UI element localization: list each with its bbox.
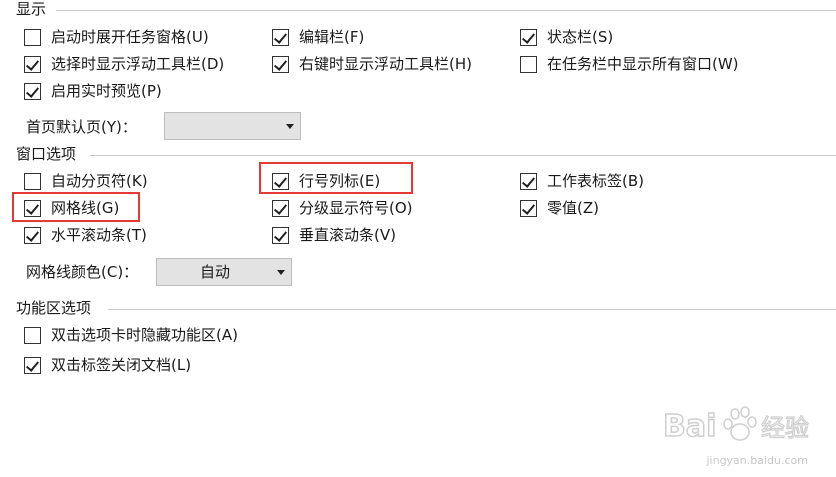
checkbox-box[interactable] [520, 55, 537, 73]
checkbox-status-bar[interactable]: 状态栏(S) [520, 27, 613, 47]
watermark-brand2: 经验 [761, 414, 809, 442]
checkbox-box[interactable] [24, 82, 41, 100]
checkbox-vertical-scroll[interactable]: 垂直滚动条(V) [272, 225, 396, 245]
checkbox-label: 分级显示符号(O) [299, 199, 413, 217]
checkbox-label: 在任务栏中显示所有窗口(W) [547, 55, 739, 73]
checkbox-sheet-tabs[interactable]: 工作表标签(B) [520, 171, 644, 191]
checkbox-label: 工作表标签(B) [547, 172, 644, 190]
checkbox-box[interactable] [24, 356, 41, 374]
checkbox-label: 垂直滚动条(V) [299, 226, 396, 244]
checkbox-outline-symbols[interactable]: 分级显示符号(O) [272, 198, 413, 218]
section-rule-display [56, 10, 836, 11]
checkbox-label: 启动时展开任务窗格(U) [51, 28, 209, 46]
checkbox-box[interactable] [272, 226, 289, 244]
chevron-down-icon [286, 123, 294, 129]
checkbox-box[interactable] [24, 326, 41, 344]
checkbox-startup-taskpane[interactable]: 启动时展开任务窗格(U) [24, 27, 209, 47]
watermark-url: jingyan.baidu.com [706, 454, 808, 467]
section-title-window: 窗口选项 [16, 145, 77, 163]
checkbox-box[interactable] [24, 28, 41, 46]
checkbox-rightclick-floating-toolbar[interactable]: 右键时显示浮动工具栏(H) [272, 54, 472, 74]
checkbox-label: 双击标签关闭文档(L) [51, 356, 192, 374]
checkbox-box[interactable] [520, 199, 537, 217]
watermark-brand: Bai [663, 409, 716, 444]
checkbox-row-col-headers[interactable]: 行号列标(E) [272, 171, 380, 191]
checkbox-gridlines[interactable]: 网格线(G) [24, 198, 119, 218]
checkbox-label: 状态栏(S) [547, 28, 614, 46]
home-page-label: 首页默认页(Y)： [26, 118, 137, 136]
checkbox-label: 行号列标(E) [299, 172, 381, 190]
checkbox-box[interactable] [520, 28, 537, 46]
section-rule-window [90, 155, 836, 156]
checkbox-label: 双击选项卡时隐藏功能区(A) [51, 326, 238, 344]
gridline-color-label: 网格线颜色(C)： [26, 263, 139, 281]
checkbox-label: 自动分页符(K) [51, 172, 148, 190]
chevron-down-icon [277, 269, 285, 275]
checkbox-select-floating-toolbar[interactable]: 选择时显示浮动工具栏(D) [24, 54, 224, 74]
gridline-color-value: 自动 [199, 263, 230, 281]
section-title-display: 显示 [16, 0, 47, 18]
checkbox-close-doc-dblclick[interactable]: 双击标签关闭文档(L) [24, 355, 191, 375]
checkbox-zero-values[interactable]: 零值(Z) [520, 198, 599, 218]
checkbox-horizontal-scroll[interactable]: 水平滚动条(T) [24, 225, 147, 245]
checkbox-box[interactable] [24, 199, 41, 217]
checkbox-box[interactable] [24, 172, 41, 190]
checkbox-label: 零值(Z) [547, 199, 599, 217]
checkbox-box[interactable] [272, 55, 289, 73]
checkbox-label: 编辑栏(F) [299, 28, 365, 46]
gridline-color-dropdown[interactable]: 自动 [156, 258, 292, 286]
checkbox-live-preview[interactable]: 启用实时预览(P) [24, 81, 162, 101]
section-rule-ribbon [108, 309, 836, 310]
section-title-ribbon: 功能区选项 [16, 299, 92, 317]
checkbox-label: 选择时显示浮动工具栏(D) [51, 55, 225, 73]
checkbox-label: 右键时显示浮动工具栏(H) [299, 55, 472, 73]
checkbox-formula-bar[interactable]: 编辑栏(F) [272, 27, 364, 47]
checkbox-box[interactable] [272, 172, 289, 190]
checkbox-box[interactable] [272, 199, 289, 217]
checkbox-label: 启用实时预览(P) [51, 82, 162, 100]
checkbox-box[interactable] [272, 28, 289, 46]
checkbox-label: 网格线(G) [51, 199, 120, 217]
baidu-jingyan-watermark: Bai 经验 [663, 406, 810, 445]
home-page-dropdown[interactable] [164, 112, 301, 140]
checkbox-box[interactable] [520, 172, 537, 190]
checkbox-page-breaks[interactable]: 自动分页符(K) [24, 171, 148, 191]
checkbox-taskbar-all-windows[interactable]: 在任务栏中显示所有窗口(W) [520, 54, 739, 74]
checkbox-label: 水平滚动条(T) [51, 226, 147, 244]
paw-icon [723, 406, 757, 441]
checkbox-box[interactable] [24, 226, 41, 244]
checkbox-box[interactable] [24, 55, 41, 73]
checkbox-hide-ribbon-dblclick[interactable]: 双击选项卡时隐藏功能区(A) [24, 325, 238, 345]
